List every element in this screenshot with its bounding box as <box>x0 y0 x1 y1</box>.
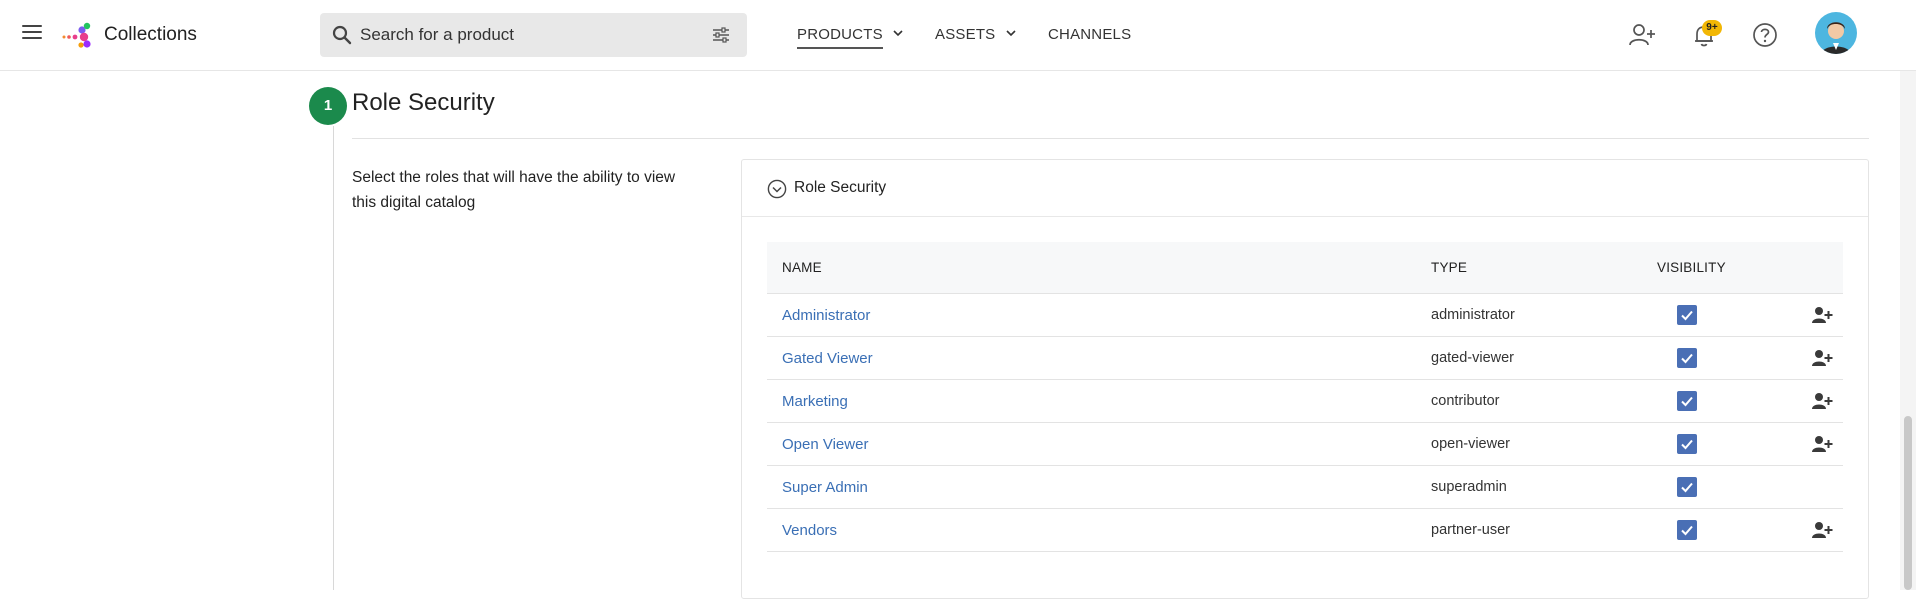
search-icon[interactable] <box>332 25 352 45</box>
column-header-type: TYPE <box>1431 260 1468 275</box>
table-row: Vendors partner-user <box>767 509 1843 552</box>
scrollbar[interactable] <box>1900 71 1916 590</box>
checkmark-icon <box>1681 353 1693 364</box>
menu-icon[interactable] <box>22 24 42 40</box>
step-description: Select the roles that will have the abil… <box>352 169 676 211</box>
app-logo-icon <box>62 22 91 48</box>
avatar[interactable] <box>1815 12 1857 54</box>
visibility-checkbox[interactable] <box>1677 348 1697 368</box>
divider <box>352 138 1869 139</box>
add-user-icon[interactable] <box>1811 435 1833 453</box>
role-type: open-viewer <box>1431 436 1510 452</box>
role-name-link[interactable]: Gated Viewer <box>782 350 873 367</box>
checkmark-icon <box>1681 525 1693 536</box>
add-user-icon[interactable] <box>1811 306 1833 324</box>
checkmark-icon <box>1681 310 1693 321</box>
role-security-panel: Role Security NAME TYPE VISIBILITY Admin… <box>741 159 1869 599</box>
scrollbar-thumb[interactable] <box>1904 416 1912 590</box>
page-title: Role Security <box>352 89 495 116</box>
visibility-checkbox[interactable] <box>1677 391 1697 411</box>
column-header-visibility: VISIBILITY <box>1657 260 1726 275</box>
role-name-link[interactable]: Marketing <box>782 393 848 410</box>
add-user-icon[interactable] <box>1627 20 1657 50</box>
table-row: Administrator administrator <box>767 294 1843 337</box>
step-number-badge: 1 <box>309 87 347 125</box>
top-header: Collections PRODUCTS ASSETS CHANNELS <box>0 0 1916 71</box>
checkmark-icon <box>1681 396 1693 407</box>
table-row: Open Viewer open-viewer <box>767 423 1843 466</box>
role-name-link[interactable]: Administrator <box>782 307 870 324</box>
table-row: Gated Viewer gated-viewer <box>767 337 1843 380</box>
help-icon[interactable] <box>1750 20 1780 50</box>
search-input[interactable] <box>360 13 700 57</box>
panel-header[interactable]: Role Security <box>742 160 1868 217</box>
nav-assets[interactable]: ASSETS <box>935 26 1016 43</box>
add-user-icon[interactable] <box>1811 521 1833 539</box>
notification-badge: 9+ <box>1702 20 1722 36</box>
chevron-down-icon <box>1006 30 1016 37</box>
nav-channels-label: CHANNELS <box>1048 26 1132 43</box>
role-name-link[interactable]: Super Admin <box>782 479 868 496</box>
role-type: gated-viewer <box>1431 350 1515 366</box>
nav-products[interactable]: PRODUCTS <box>797 26 903 49</box>
role-name-link[interactable]: Open Viewer <box>782 436 868 453</box>
step-connector-line <box>333 126 334 590</box>
avatar-person-icon <box>1821 22 1851 54</box>
add-user-icon[interactable] <box>1811 349 1833 367</box>
filter-settings-icon[interactable] <box>712 27 730 43</box>
nav-assets-label: ASSETS <box>935 26 996 43</box>
visibility-checkbox[interactable] <box>1677 434 1697 454</box>
checkmark-icon <box>1681 439 1693 450</box>
role-type: contributor <box>1431 393 1500 409</box>
table-row: Super Admin superadmin <box>767 466 1843 509</box>
table-row: Marketing contributor <box>767 380 1843 423</box>
visibility-checkbox[interactable] <box>1677 520 1697 540</box>
visibility-checkbox[interactable] <box>1677 305 1697 325</box>
role-type: partner-user <box>1431 522 1510 538</box>
search-bar <box>320 13 747 57</box>
chevron-down-circle-icon[interactable] <box>767 179 787 199</box>
app-title: Collections <box>104 24 197 45</box>
role-type: superadmin <box>1431 479 1507 495</box>
panel-title: Role Security <box>794 179 887 196</box>
role-type: administrator <box>1431 307 1515 323</box>
table-header: NAME TYPE VISIBILITY <box>767 242 1843 294</box>
checkmark-icon <box>1681 482 1693 493</box>
column-header-name: NAME <box>782 260 822 275</box>
add-user-icon[interactable] <box>1811 392 1833 410</box>
chevron-down-icon <box>893 30 903 37</box>
nav-channels[interactable]: CHANNELS <box>1048 26 1131 43</box>
visibility-checkbox[interactable] <box>1677 477 1697 497</box>
nav-products-label: PRODUCTS <box>797 26 883 49</box>
role-name-link[interactable]: Vendors <box>782 522 837 539</box>
